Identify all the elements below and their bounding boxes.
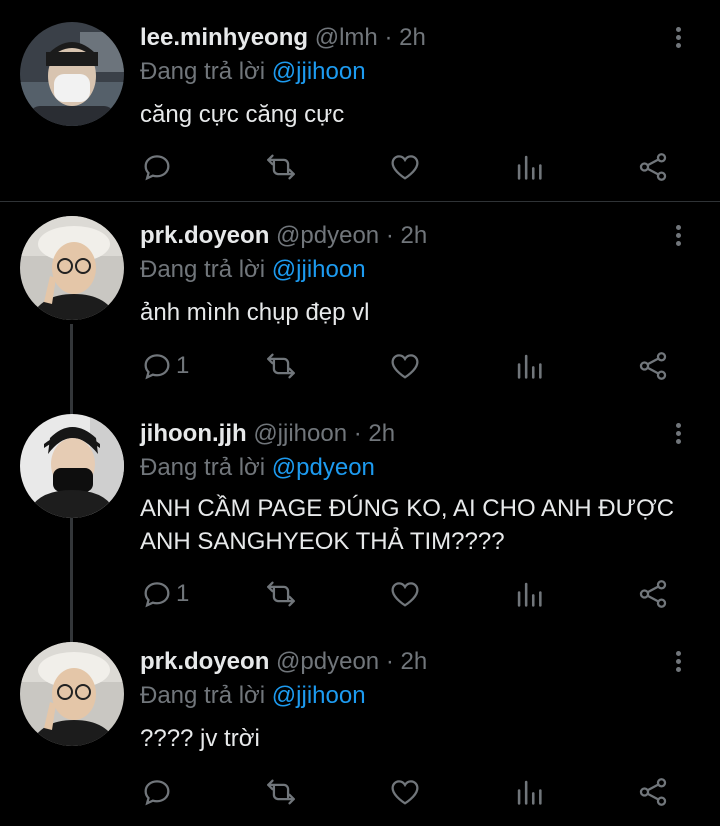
reply-button[interactable] bbox=[140, 149, 176, 185]
action-bar bbox=[140, 774, 680, 810]
share-icon bbox=[639, 778, 667, 806]
tweet-text: ???? jv trời bbox=[140, 725, 260, 752]
tweet-divider bbox=[0, 201, 720, 202]
timestamp[interactable]: 2h bbox=[400, 222, 427, 249]
tweet[interactable]: prk.doyeon @pdyeon · 2h Đang trả lời @jj… bbox=[0, 216, 720, 386]
retweet-icon bbox=[267, 353, 295, 379]
share-button[interactable] bbox=[636, 348, 670, 384]
retweet-button[interactable] bbox=[264, 348, 298, 384]
avatar[interactable] bbox=[20, 414, 124, 518]
replying-to-label: Đang trả lời bbox=[140, 454, 266, 481]
analytics-icon bbox=[517, 354, 542, 379]
tweet-text-line: ANH CẦM PAGE ĐÚNG KO, AI CHO ANH ĐƯỢC bbox=[140, 495, 675, 522]
like-button[interactable] bbox=[388, 576, 422, 612]
display-name[interactable]: lee.minhyeong bbox=[140, 24, 308, 51]
analytics-button[interactable] bbox=[512, 576, 546, 612]
reply-count: 1 bbox=[176, 580, 190, 607]
analytics-button[interactable] bbox=[512, 149, 546, 185]
like-button[interactable] bbox=[388, 149, 422, 185]
reply-button[interactable] bbox=[140, 774, 176, 810]
heart-icon bbox=[391, 155, 419, 180]
share-icon bbox=[639, 580, 667, 608]
reply-icon bbox=[144, 780, 170, 806]
user-handle[interactable]: @lmh bbox=[315, 24, 378, 51]
tweet-text: ảnh mình chụp đẹp vl bbox=[140, 299, 370, 326]
tweet-header: prk.doyeon @pdyeon · 2h bbox=[140, 648, 427, 682]
action-bar bbox=[140, 149, 680, 185]
timestamp[interactable]: 2h bbox=[400, 648, 427, 675]
share-button[interactable] bbox=[636, 576, 670, 612]
more-options-icon[interactable] bbox=[666, 24, 690, 54]
replying-to: Đang trả lời @jjihoon bbox=[140, 256, 366, 284]
heart-icon bbox=[391, 582, 419, 607]
like-button[interactable] bbox=[388, 348, 422, 384]
analytics-icon bbox=[517, 582, 542, 607]
tweet[interactable]: jihoon.jjh @jjihoon · 2h Đang trả lời @p… bbox=[0, 414, 720, 614]
reply-icon bbox=[144, 582, 170, 608]
retweet-button[interactable] bbox=[264, 149, 298, 185]
mention-link[interactable]: @pdyeon bbox=[272, 454, 375, 481]
replying-to-label: Đang trả lời bbox=[140, 682, 266, 709]
replying-to-label: Đang trả lời bbox=[140, 58, 266, 85]
retweet-icon bbox=[267, 581, 295, 607]
analytics-icon bbox=[517, 155, 542, 180]
tweet[interactable]: prk.doyeon @pdyeon · 2h Đang trả lời @jj… bbox=[0, 642, 720, 812]
user-handle[interactable]: @jjihoon bbox=[253, 420, 347, 447]
share-icon bbox=[639, 352, 667, 380]
timestamp[interactable]: 2h bbox=[399, 24, 426, 51]
mention-link[interactable]: @jjihoon bbox=[272, 256, 366, 283]
tweet-header: lee.minhyeong @lmh · 2h bbox=[140, 24, 426, 58]
more-options-icon[interactable] bbox=[666, 222, 690, 252]
timestamp[interactable]: 2h bbox=[368, 420, 395, 447]
analytics-button[interactable] bbox=[512, 348, 546, 384]
tweet-text: căng cực căng cực bbox=[140, 101, 345, 128]
replying-to: Đang trả lời @jjihoon bbox=[140, 58, 366, 86]
tweet[interactable]: lee.minhyeong @lmh · 2h Đang trả lời @jj… bbox=[0, 18, 720, 188]
more-options-icon[interactable] bbox=[666, 648, 690, 678]
replying-to: Đang trả lời @jjihoon bbox=[140, 682, 366, 710]
retweet-button[interactable] bbox=[264, 576, 298, 612]
retweet-icon bbox=[267, 779, 295, 805]
like-button[interactable] bbox=[388, 774, 422, 810]
heart-icon bbox=[391, 354, 419, 379]
action-bar: 1 bbox=[140, 576, 680, 612]
tweet-header: prk.doyeon @pdyeon · 2h bbox=[140, 222, 427, 256]
share-icon bbox=[639, 153, 667, 181]
display-name[interactable]: prk.doyeon bbox=[140, 648, 269, 675]
reply-count: 1 bbox=[176, 352, 190, 379]
replying-to: Đang trả lời @pdyeon bbox=[140, 454, 375, 482]
reply-button[interactable]: 1 bbox=[140, 576, 189, 612]
mention-link[interactable]: @jjihoon bbox=[272, 58, 366, 85]
tweet-text-line: ANH SANGHYEOK THẢ TIM???? bbox=[140, 528, 505, 555]
user-handle[interactable]: @pdyeon bbox=[276, 222, 379, 249]
action-bar: 1 bbox=[140, 348, 680, 384]
retweet-button[interactable] bbox=[264, 774, 298, 810]
heart-icon bbox=[391, 780, 419, 805]
separator-dot: · bbox=[384, 24, 393, 51]
tweet-text: ANH CẦM PAGE ĐÚNG KO, AI CHO ANH ĐƯỢC AN… bbox=[140, 492, 700, 558]
share-button[interactable] bbox=[636, 149, 670, 185]
reply-icon bbox=[144, 354, 170, 380]
replying-to-label: Đang trả lời bbox=[140, 256, 266, 283]
reply-icon bbox=[144, 155, 170, 181]
analytics-button[interactable] bbox=[512, 774, 546, 810]
display-name[interactable]: jihoon.jjh bbox=[140, 420, 247, 447]
avatar[interactable] bbox=[20, 22, 124, 126]
more-options-icon[interactable] bbox=[666, 420, 690, 450]
avatar[interactable] bbox=[20, 216, 124, 320]
share-button[interactable] bbox=[636, 774, 670, 810]
retweet-icon bbox=[267, 154, 295, 180]
separator-dot: · bbox=[385, 222, 394, 249]
avatar[interactable] bbox=[20, 642, 124, 746]
reply-button[interactable]: 1 bbox=[140, 348, 189, 384]
user-handle[interactable]: @pdyeon bbox=[276, 648, 379, 675]
display-name[interactable]: prk.doyeon bbox=[140, 222, 269, 249]
tweet-header: jihoon.jjh @jjihoon · 2h bbox=[140, 420, 395, 454]
separator-dot: · bbox=[353, 420, 362, 447]
analytics-icon bbox=[517, 780, 542, 805]
mention-link[interactable]: @jjihoon bbox=[272, 682, 366, 709]
separator-dot: · bbox=[385, 648, 394, 675]
